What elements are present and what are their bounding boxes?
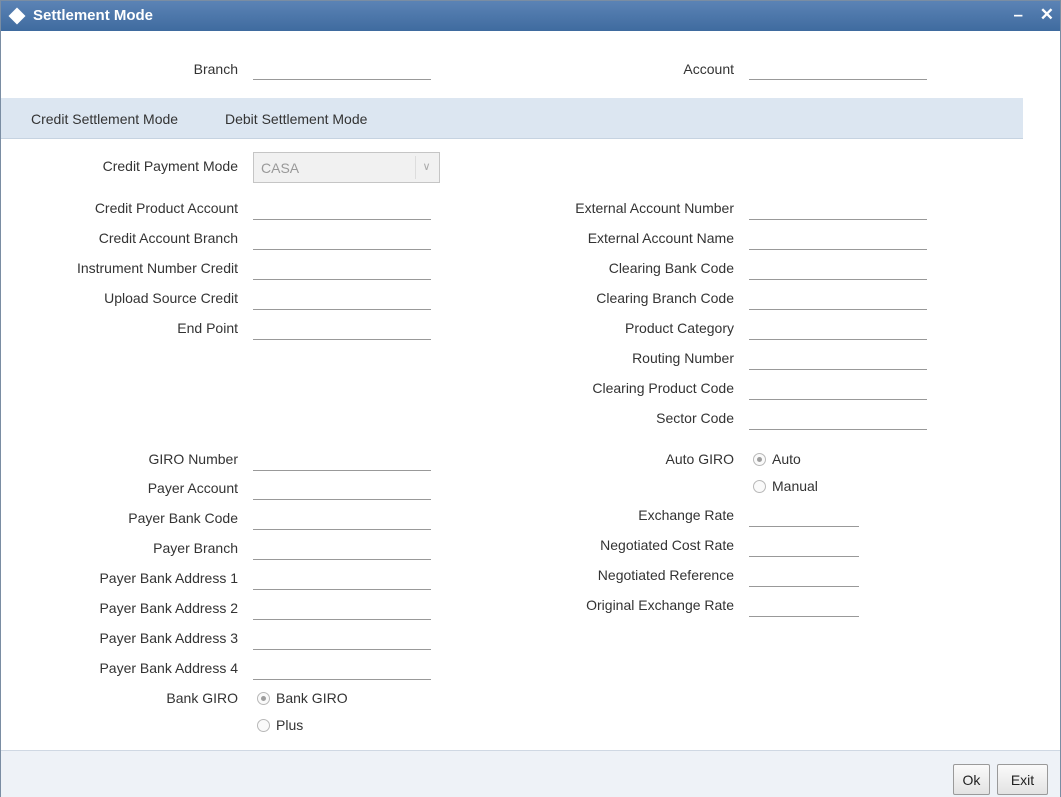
clearing-bank-code-field[interactable]: [749, 258, 927, 280]
original-exchange-rate-label: Original Exchange Rate: [586, 597, 734, 613]
branch-field[interactable]: [253, 58, 431, 80]
bank-giro-radio[interactable]: [257, 692, 270, 705]
credit-payment-mode-label: Credit Payment Mode: [102, 158, 238, 174]
auto-option-label: Auto: [772, 451, 801, 467]
external-account-name-label: External Account Name: [587, 230, 734, 246]
payer-bank-code-label: Payer Bank Code: [128, 510, 238, 526]
manual-option-label: Manual: [772, 478, 818, 494]
payer-bank-address-3-label: Payer Bank Address 3: [99, 630, 238, 646]
title-bar[interactable]: Settlement Mode – ✕: [1, 1, 1060, 31]
payer-account-label: Payer Account: [147, 480, 238, 496]
product-category-label: Product Category: [625, 320, 734, 336]
manual-radio[interactable]: [753, 480, 766, 493]
payer-branch-field[interactable]: [253, 538, 431, 560]
end-point-label: End Point: [177, 320, 238, 336]
payer-bank-address-1-field[interactable]: [253, 568, 431, 590]
credit-product-account-field[interactable]: [253, 198, 431, 220]
exchange-rate-label: Exchange Rate: [638, 507, 734, 523]
payer-bank-code-field[interactable]: [253, 508, 431, 530]
close-button[interactable]: ✕: [1040, 5, 1054, 24]
payer-bank-address-4-label: Payer Bank Address 4: [99, 660, 238, 676]
auto-giro-label: Auto GIRO: [665, 451, 734, 467]
account-label: Account: [683, 61, 734, 77]
exit-button[interactable]: Exit: [997, 764, 1048, 795]
payer-bank-address-2-label: Payer Bank Address 2: [99, 600, 238, 616]
negotiated-reference-field[interactable]: [749, 565, 859, 587]
upload-source-credit-label: Upload Source Credit: [104, 290, 238, 306]
bank-giro-option-label: Bank GIRO: [276, 690, 348, 706]
tab-bar: Credit Settlement Mode Debit Settlement …: [1, 98, 1023, 139]
settlement-mode-window: Settlement Mode – ✕ Branch Account Credi…: [0, 0, 1061, 797]
sector-code-field[interactable]: [749, 408, 927, 430]
credit-payment-mode-value: CASA: [261, 160, 300, 176]
instrument-number-credit-field[interactable]: [253, 258, 431, 280]
clearing-branch-code-field[interactable]: [749, 288, 927, 310]
original-exchange-rate-field[interactable]: [749, 595, 859, 617]
ok-button[interactable]: Ok: [953, 764, 990, 795]
branch-label: Branch: [193, 61, 238, 77]
giro-number-field[interactable]: [253, 449, 431, 471]
external-account-name-field[interactable]: [749, 228, 927, 250]
negotiated-cost-rate-label: Negotiated Cost Rate: [600, 537, 734, 553]
sector-code-label: Sector Code: [656, 410, 734, 426]
payer-account-field[interactable]: [253, 478, 431, 500]
product-category-field[interactable]: [749, 318, 927, 340]
credit-product-account-label: Credit Product Account: [94, 200, 238, 216]
window-title: Settlement Mode: [33, 7, 154, 24]
diamond-icon: [8, 7, 26, 25]
chevron-down-icon[interactable]: ∨: [415, 156, 437, 179]
external-account-number-label: External Account Number: [575, 200, 734, 216]
clearing-bank-code-label: Clearing Bank Code: [608, 260, 734, 276]
payer-branch-label: Payer Branch: [153, 540, 238, 556]
upload-source-credit-field[interactable]: [253, 288, 431, 310]
minimize-button[interactable]: –: [1014, 5, 1023, 24]
clearing-product-code-field[interactable]: [749, 378, 927, 400]
payer-bank-address-2-field[interactable]: [253, 598, 431, 620]
routing-number-field[interactable]: [749, 348, 927, 370]
end-point-field[interactable]: [253, 318, 431, 340]
tab-debit-settlement-mode[interactable]: Debit Settlement Mode: [225, 111, 367, 127]
credit-account-branch-label: Credit Account Branch: [98, 230, 238, 246]
credit-account-branch-field[interactable]: [253, 228, 431, 250]
auto-radio[interactable]: [753, 453, 766, 466]
exchange-rate-field[interactable]: [749, 505, 859, 527]
payer-bank-address-1-label: Payer Bank Address 1: [99, 570, 238, 586]
bank-giro-label: Bank GIRO: [166, 690, 238, 706]
plus-radio[interactable]: [257, 719, 270, 732]
clearing-product-code-label: Clearing Product Code: [592, 380, 734, 396]
plus-option-label: Plus: [276, 717, 304, 733]
account-field[interactable]: [749, 58, 927, 80]
credit-payment-mode-select[interactable]: CASA ∨: [253, 152, 440, 183]
negotiated-cost-rate-field[interactable]: [749, 535, 859, 557]
external-account-number-field[interactable]: [749, 198, 927, 220]
instrument-number-credit-label: Instrument Number Credit: [76, 260, 238, 276]
payer-bank-address-3-field[interactable]: [253, 628, 431, 650]
tab-credit-settlement-mode[interactable]: Credit Settlement Mode: [31, 111, 178, 127]
giro-number-label: GIRO Number: [148, 451, 238, 467]
clearing-branch-code-label: Clearing Branch Code: [596, 290, 734, 306]
payer-bank-address-4-field[interactable]: [253, 658, 431, 680]
footer-bar: Ok Exit: [1, 750, 1060, 797]
routing-number-label: Routing Number: [632, 350, 734, 366]
negotiated-reference-label: Negotiated Reference: [597, 567, 734, 583]
